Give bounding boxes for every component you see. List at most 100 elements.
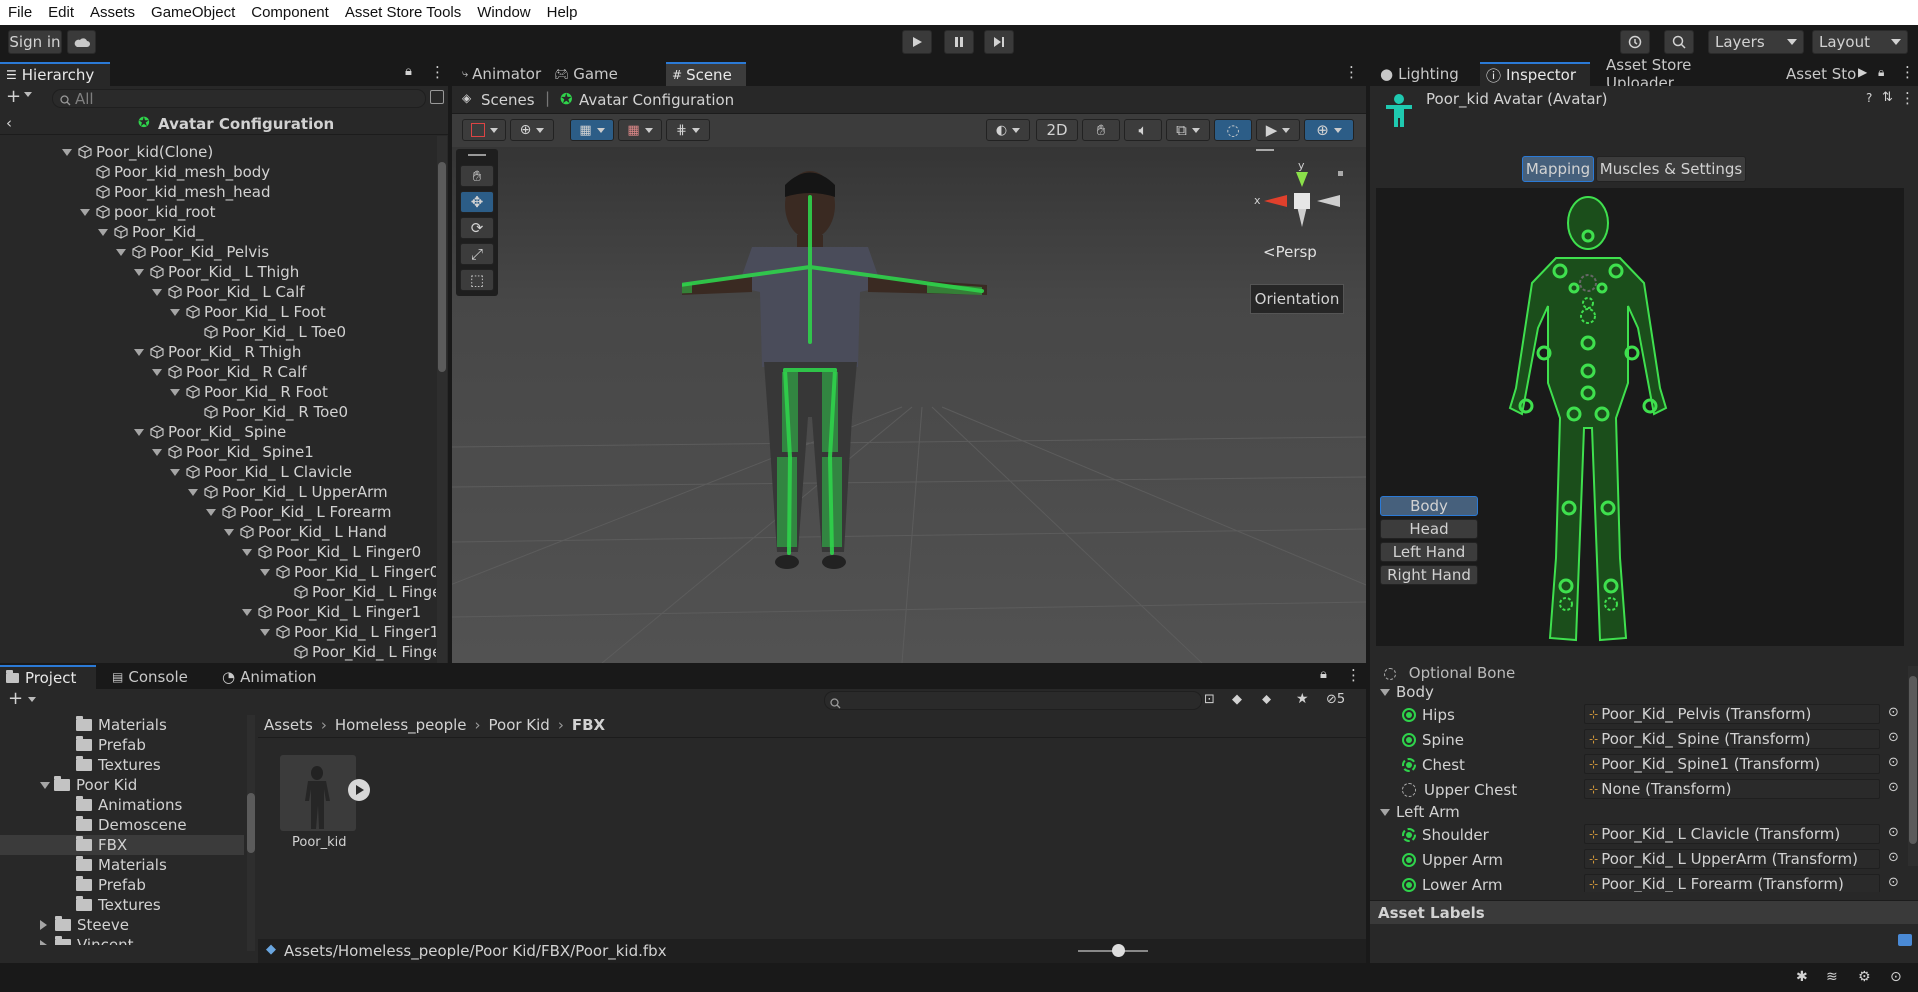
asset-path-segment[interactable]: Assets <box>264 716 313 734</box>
shading-mode-button[interactable]: ◐ <box>986 119 1030 141</box>
hierarchy-search-input[interactable]: All <box>52 89 426 108</box>
step-button[interactable] <box>984 30 1014 54</box>
hidden-packages-icon[interactable]: ⊘5 <box>1326 692 1345 707</box>
search-icon[interactable] <box>1664 30 1694 54</box>
expand-arrow-icon[interactable] <box>1380 808 1390 816</box>
hierarchy-row[interactable]: Poor_Kid_ Spine <box>0 422 286 442</box>
grid-visibility-button[interactable]: ⋕ <box>666 119 710 141</box>
add-icon[interactable]: + <box>6 88 21 106</box>
hand-tool-icon[interactable]: ✋︎ <box>460 165 494 187</box>
expand-arrow-icon[interactable] <box>1380 688 1390 696</box>
menu-item-window[interactable]: Window <box>469 4 538 21</box>
object-picker-icon[interactable]: ⊙ <box>1888 850 1899 865</box>
project-folder-row[interactable]: Vincent <box>0 935 244 945</box>
search-by-type-icon[interactable]: ⊡ <box>1204 692 1215 707</box>
search-type-icon[interactable] <box>430 90 444 104</box>
expand-arrow-icon[interactable] <box>224 528 234 536</box>
expand-arrow-icon[interactable] <box>170 308 180 316</box>
hierarchy-scrollbar[interactable] <box>437 136 447 663</box>
check-circle-icon[interactable]: ⊙ <box>1890 969 1902 985</box>
project-folder-row[interactable]: Poor Kid <box>0 775 244 795</box>
expand-arrow-icon[interactable] <box>260 628 270 636</box>
bone-section-header[interactable]: Body <box>1380 682 1434 702</box>
bone-transform-field[interactable]: ⊹ Poor_Kid_ Pelvis (Transform) <box>1584 704 1880 724</box>
more-menu-icon[interactable]: ⋮ <box>1900 89 1915 107</box>
hierarchy-row[interactable]: Poor_Kid_ L Forearm <box>0 502 392 522</box>
help-icon[interactable]: ? <box>1866 91 1872 105</box>
project-folder-row[interactable]: Materials <box>0 715 244 735</box>
2d-toggle-button[interactable]: 2D <box>1036 119 1078 141</box>
hierarchy-row[interactable]: Poor_Kid_ L Clavicle <box>0 462 352 482</box>
play-preview-icon[interactable] <box>348 779 370 801</box>
debug-icon[interactable]: ✱ <box>1796 969 1808 985</box>
add-icon[interactable]: + <box>8 690 23 708</box>
rect-tool-icon[interactable]: ⬚ <box>460 269 494 291</box>
effects-toggle-icon[interactable]: ⧉ <box>1166 119 1210 141</box>
expand-arrow-icon[interactable] <box>188 488 198 496</box>
project-folder-row[interactable]: Materials <box>0 855 244 875</box>
object-picker-icon[interactable]: ⊙ <box>1888 875 1899 890</box>
filter-type-icon[interactable]: ◆ <box>1232 692 1242 707</box>
hidden-objects-icon[interactable]: ◌ <box>1214 119 1252 141</box>
project-folder-row[interactable]: Textures <box>0 895 244 915</box>
menu-item-gameobject[interactable]: GameObject <box>143 4 243 21</box>
hierarchy-row[interactable]: poor_kid_root <box>0 202 216 222</box>
expand-arrow-icon[interactable] <box>242 608 252 616</box>
bone-transform-field[interactable]: ⊹ Poor_Kid_ Spine1 (Transform) <box>1584 754 1880 774</box>
cloud-icon[interactable] <box>67 30 96 54</box>
inspector-scrollbar[interactable] <box>1908 666 1918 866</box>
object-picker-icon[interactable]: ⊙ <box>1888 730 1899 745</box>
persp-label[interactable]: <Persp <box>1263 243 1317 261</box>
hierarchy-row[interactable]: Poor_Kid_ L Finger0 <box>0 542 421 562</box>
gizmos-button[interactable]: ⊕ <box>1304 119 1354 141</box>
sign-in-button[interactable]: Sign in <box>8 30 62 54</box>
snap-increment-button[interactable]: ▦ <box>618 119 662 141</box>
hierarchy-row[interactable]: Poor_Kid_ L Calf <box>0 282 305 302</box>
scrollbar-thumb[interactable] <box>247 793 255 853</box>
camera-settings-icon[interactable]: ▶︎ <box>1256 119 1300 141</box>
more-menu-icon[interactable]: ⋮ <box>1346 666 1361 684</box>
tab-scroll-right-icon[interactable]: ▶︎ <box>1858 65 1867 79</box>
hierarchy-row[interactable]: Poor_Kid_ R Thigh <box>0 342 301 362</box>
lock-icon[interactable]: 🔒︎ <box>1878 65 1884 80</box>
hierarchy-row[interactable]: Poor_Kid_ L Finger11 <box>0 622 436 642</box>
menu-item-help[interactable]: Help <box>539 4 586 21</box>
pause-button[interactable] <box>944 30 974 54</box>
asset-name[interactable]: Poor_kid <box>292 835 347 850</box>
chevron-down-icon[interactable] <box>24 92 32 97</box>
hierarchy-row[interactable]: Poor_Kid_ Pelvis <box>0 242 269 262</box>
body-part-button[interactable]: Body <box>1380 496 1478 516</box>
bone-transform-field[interactable]: ⊹ None (Transform) <box>1584 779 1880 799</box>
draw-mode-button[interactable] <box>462 119 506 141</box>
bone-transform-field[interactable]: ⊹ Poor_Kid_ L UpperArm (Transform) <box>1584 849 1880 869</box>
body-part-button[interactable]: Right Hand <box>1380 565 1478 585</box>
collapse-arrow-icon[interactable] <box>40 920 47 930</box>
expand-arrow-icon[interactable] <box>152 448 162 456</box>
history-icon[interactable] <box>1620 30 1650 54</box>
scrollbar-thumb[interactable] <box>438 162 446 372</box>
bone-transform-field[interactable]: ⊹ Poor_Kid_ Spine (Transform) <box>1584 729 1880 749</box>
tab-animator[interactable]: ⤷ Animator <box>456 62 544 86</box>
asset-path-segment[interactable]: Homeless_people <box>335 716 467 734</box>
body-part-button[interactable]: Left Hand <box>1380 542 1478 562</box>
expand-arrow-icon[interactable] <box>80 208 90 216</box>
project-folder-row[interactable]: Prefab <box>0 735 244 755</box>
hierarchy-row[interactable]: Poor_kid(Clone) <box>0 142 213 162</box>
lighting-toggle-icon[interactable]: ✋︎ <box>1082 119 1120 141</box>
hierarchy-row[interactable]: Poor_Kid_ R Calf <box>0 362 307 382</box>
layout-dropdown[interactable]: Layout <box>1812 30 1908 54</box>
object-picker-icon[interactable]: ⊙ <box>1888 705 1899 720</box>
expand-arrow-icon[interactable] <box>134 428 144 436</box>
tab-animation[interactable]: ◔ Animation <box>216 665 326 689</box>
expand-arrow-icon[interactable] <box>116 248 126 256</box>
hierarchy-row[interactable]: Poor_Kid_ R Foot <box>0 382 328 402</box>
bone-transform-field[interactable]: ⊹ Poor_Kid_ L Forearm (Transform) <box>1584 874 1880 892</box>
menu-item-asset-store-tools[interactable]: Asset Store Tools <box>337 4 469 21</box>
expand-arrow-icon[interactable] <box>134 268 144 276</box>
avatar-body-map[interactable]: Body Head Left Hand Right Hand <box>1376 188 1904 646</box>
hierarchy-row[interactable]: Poor_Kid_ L Thigh <box>0 262 299 282</box>
object-picker-icon[interactable]: ⊙ <box>1888 780 1899 795</box>
asset-path-segment[interactable]: FBX <box>572 716 605 734</box>
label-tag-icon[interactable] <box>1898 934 1912 946</box>
expand-arrow-icon[interactable] <box>206 508 216 516</box>
